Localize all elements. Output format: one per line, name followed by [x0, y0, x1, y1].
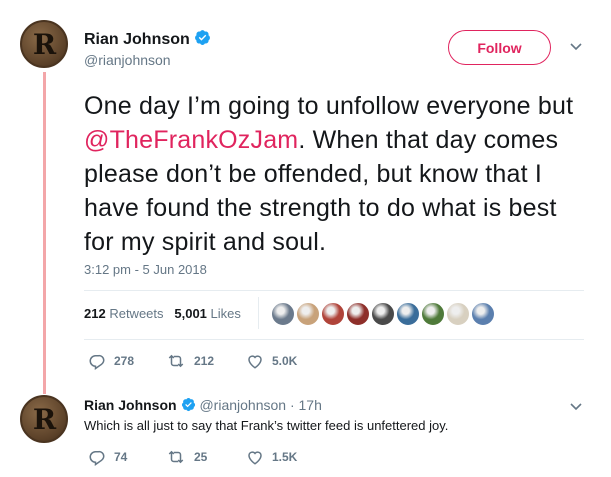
follow-button-label: Follow — [477, 39, 522, 56]
retweet-action[interactable]: 25 — [166, 448, 207, 466]
like-icon — [248, 355, 262, 369]
retweets-count: 212 — [84, 306, 106, 321]
verified-badge-icon — [194, 30, 210, 45]
divider — [84, 339, 584, 340]
reply-author-name[interactable]: Rian Johnson — [84, 397, 177, 413]
reply-count: 74 — [114, 450, 128, 464]
like-icon — [248, 451, 262, 465]
reply-icon — [89, 450, 105, 466]
likes-count: 5,001 — [174, 306, 207, 321]
chevron-down-icon[interactable] — [569, 402, 583, 412]
separator: · — [289, 397, 295, 413]
avatar-letter: R — [32, 27, 56, 61]
author-handle[interactable]: @rianjohnson — [84, 52, 211, 68]
author-name[interactable]: Rian Johnson — [84, 31, 190, 48]
retweets-stat[interactable]: 212 Retweets — [84, 306, 164, 321]
reply-text: Which is all just to say that Frank’s tw… — [84, 418, 449, 433]
retweet-action[interactable]: 212 — [166, 352, 214, 370]
liker-avatar[interactable] — [395, 301, 421, 327]
verified-badge-icon — [181, 397, 195, 412]
retweets-label: Retweets — [109, 306, 164, 321]
author-block: Rian Johnson @rianjohnson — [84, 29, 211, 68]
liker-avatars — [270, 301, 496, 327]
chevron-down-icon[interactable] — [569, 42, 583, 52]
retweet-icon — [168, 450, 184, 464]
like-action[interactable]: 1.5K — [246, 448, 297, 466]
reply-count: 278 — [114, 354, 135, 368]
reply-age[interactable]: 17h — [299, 397, 322, 413]
like-action[interactable]: 5.0K — [246, 352, 297, 370]
follow-button[interactable]: Follow — [448, 30, 551, 65]
liker-avatar[interactable] — [345, 301, 371, 327]
tweet-text: One day I’m going to unfollow everyone b… — [84, 89, 584, 259]
liker-avatar[interactable] — [270, 301, 296, 327]
divider — [84, 290, 584, 291]
tweet-text-part: One day I’m going to unfollow everyone b… — [84, 92, 574, 120]
reply-action[interactable]: 74 — [88, 448, 127, 466]
reply-header: Rian Johnson @rianjohnson · 17h — [84, 397, 322, 413]
stats-divider — [258, 297, 259, 329]
retweet-icon — [168, 354, 184, 368]
tweet-timestamp[interactable]: 3:12 pm - 5 Jun 2018 — [84, 262, 207, 277]
liker-avatar[interactable] — [320, 301, 346, 327]
reply-avatar[interactable]: R — [20, 395, 68, 443]
retweet-count: 212 — [194, 354, 215, 368]
reply-icon — [89, 354, 105, 370]
liker-avatar[interactable] — [470, 301, 496, 327]
liker-avatar[interactable] — [420, 301, 446, 327]
likes-stat[interactable]: 5,001 Likes — [174, 306, 241, 321]
avatar[interactable]: R — [20, 20, 68, 68]
avatar-letter: R — [32, 402, 56, 436]
liker-avatar[interactable] — [370, 301, 396, 327]
like-count: 5.0K — [272, 354, 298, 368]
reply-author-handle[interactable]: @rianjohnson — [199, 397, 286, 413]
like-count: 1.5K — [272, 450, 298, 464]
thread-line — [43, 72, 46, 394]
liker-avatar[interactable] — [445, 301, 471, 327]
retweet-count: 25 — [194, 450, 208, 464]
engagement-stats: 212 Retweets 5,001 Likes — [84, 306, 241, 321]
likes-label: Likes — [210, 306, 241, 321]
reply-action[interactable]: 278 — [88, 352, 134, 370]
liker-avatar[interactable] — [295, 301, 321, 327]
mention-link[interactable]: @TheFrankOzJam — [84, 126, 298, 154]
